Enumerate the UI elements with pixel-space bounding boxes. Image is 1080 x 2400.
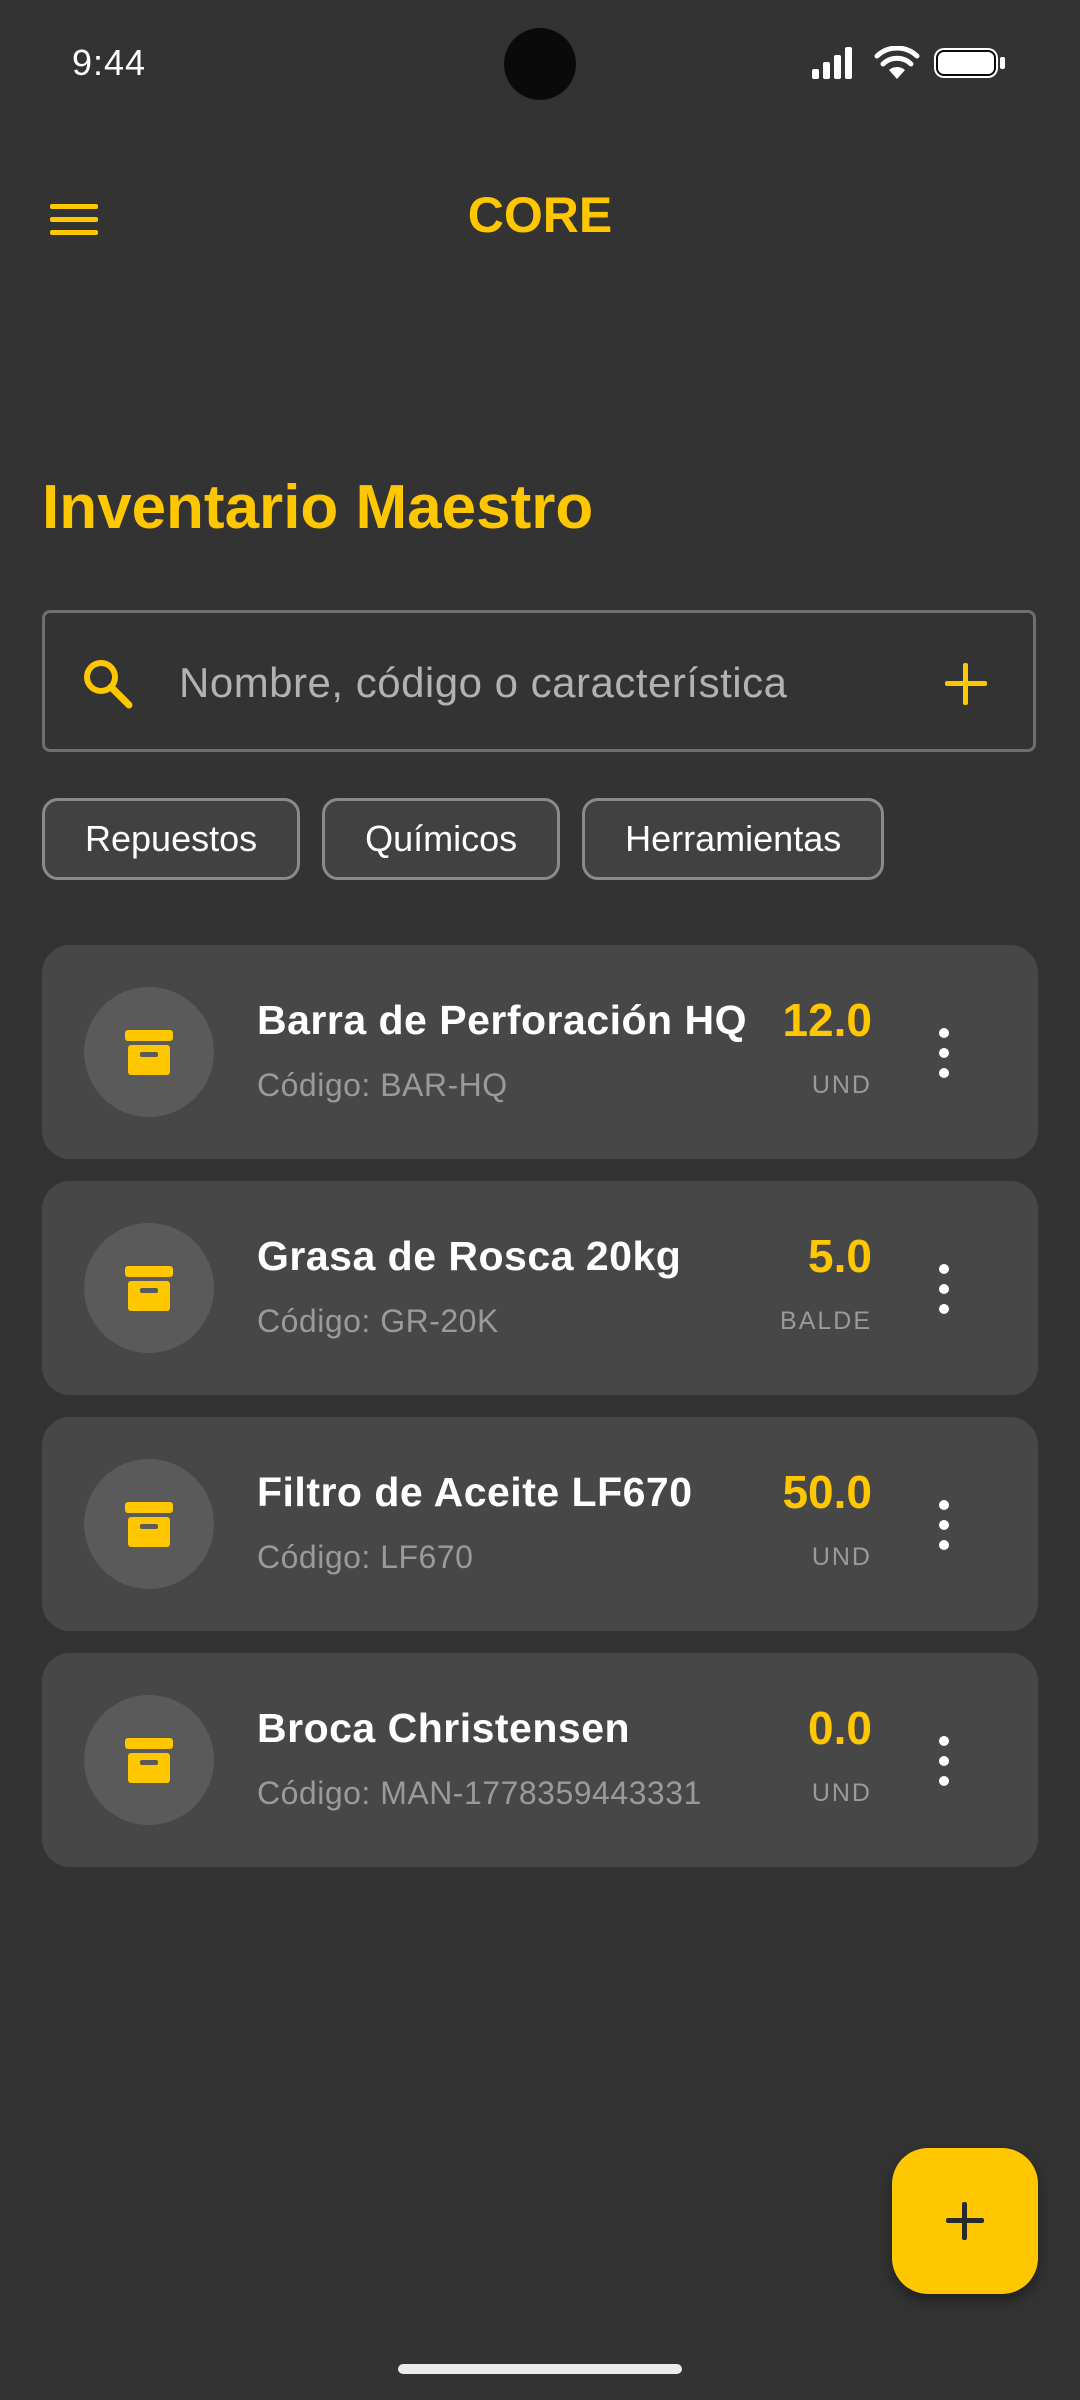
inventory-item[interactable]: Barra de Perforación HQ Código: BAR-HQ 1…: [42, 945, 1038, 1159]
battery-icon: [934, 48, 1005, 78]
item-code: Código: MAN-1778359443331: [257, 1775, 702, 1811]
item-code: Código: BAR-HQ: [257, 1067, 508, 1103]
archive-box-icon: [125, 1030, 173, 1075]
item-unit: UND: [811, 1543, 872, 1571]
search-input[interactable]: [179, 643, 939, 723]
chip-repuestos[interactable]: Repuestos: [42, 798, 301, 880]
app-title: CORE: [467, 187, 613, 243]
item-name: Grasa de Rosca 20kg: [257, 1233, 682, 1279]
item-code: Código: LF670: [257, 1539, 474, 1575]
home-indicator[interactable]: [398, 2364, 682, 2374]
chip-herramientas[interactable]: Herramientas: [582, 798, 885, 880]
status-bar: 9:44: [0, 0, 1080, 130]
item-name: Barra de Perforación HQ: [257, 997, 747, 1043]
status-time: 9:44: [72, 42, 147, 83]
plus-icon[interactable]: [935, 653, 997, 715]
page-title: Inventario Maestro: [42, 473, 594, 542]
item-unit: UND: [811, 1779, 872, 1807]
inventory-item[interactable]: Grasa de Rosca 20kg Código: GR-20K 5.0 B…: [42, 1181, 1038, 1395]
signal-icon: [812, 47, 852, 79]
item-avatar: [84, 987, 214, 1117]
item-avatar: [84, 1459, 214, 1589]
more-vert-icon[interactable]: [932, 1261, 956, 1317]
inventory-list: Barra de Perforación HQ Código: BAR-HQ 1…: [42, 945, 1038, 1889]
wifi-icon: [874, 46, 920, 79]
item-name: Broca Christensen: [257, 1705, 631, 1751]
item-quantity: 5.0: [808, 1230, 872, 1282]
item-avatar: [84, 1695, 214, 1825]
item-avatar: [84, 1223, 214, 1353]
camera-cutout: [504, 28, 576, 100]
archive-box-icon: [125, 1502, 173, 1547]
inventory-item[interactable]: Broca Christensen Código: MAN-1778359443…: [42, 1653, 1038, 1867]
plus-icon: [946, 2202, 984, 2240]
more-vert-icon[interactable]: [932, 1025, 956, 1081]
item-unit: BALDE: [780, 1307, 872, 1335]
filter-chips: Repuestos Químicos Herramientas: [42, 798, 885, 880]
archive-box-icon: [125, 1266, 173, 1311]
item-quantity: 0.0: [808, 1702, 872, 1754]
chip-quimicos[interactable]: Químicos: [322, 798, 561, 880]
item-quantity: 12.0: [782, 994, 872, 1046]
archive-box-icon: [125, 1738, 173, 1783]
inventory-item[interactable]: Filtro de Aceite LF670 Código: LF670 50.…: [42, 1417, 1038, 1631]
more-vert-icon[interactable]: [932, 1733, 956, 1789]
more-vert-icon[interactable]: [932, 1497, 956, 1553]
search-bar[interactable]: [42, 610, 1036, 752]
add-item-fab[interactable]: [892, 2148, 1038, 2294]
item-unit: UND: [811, 1071, 872, 1099]
item-name: Filtro de Aceite LF670: [257, 1469, 693, 1515]
item-quantity: 50.0: [782, 1466, 872, 1518]
search-icon: [84, 660, 133, 709]
item-code: Código: GR-20K: [257, 1303, 499, 1339]
status-icons: [812, 46, 1006, 80]
inventory-screen: 9:44 CORE Inventario Maestro Nombre, cód…: [0, 0, 1080, 2400]
